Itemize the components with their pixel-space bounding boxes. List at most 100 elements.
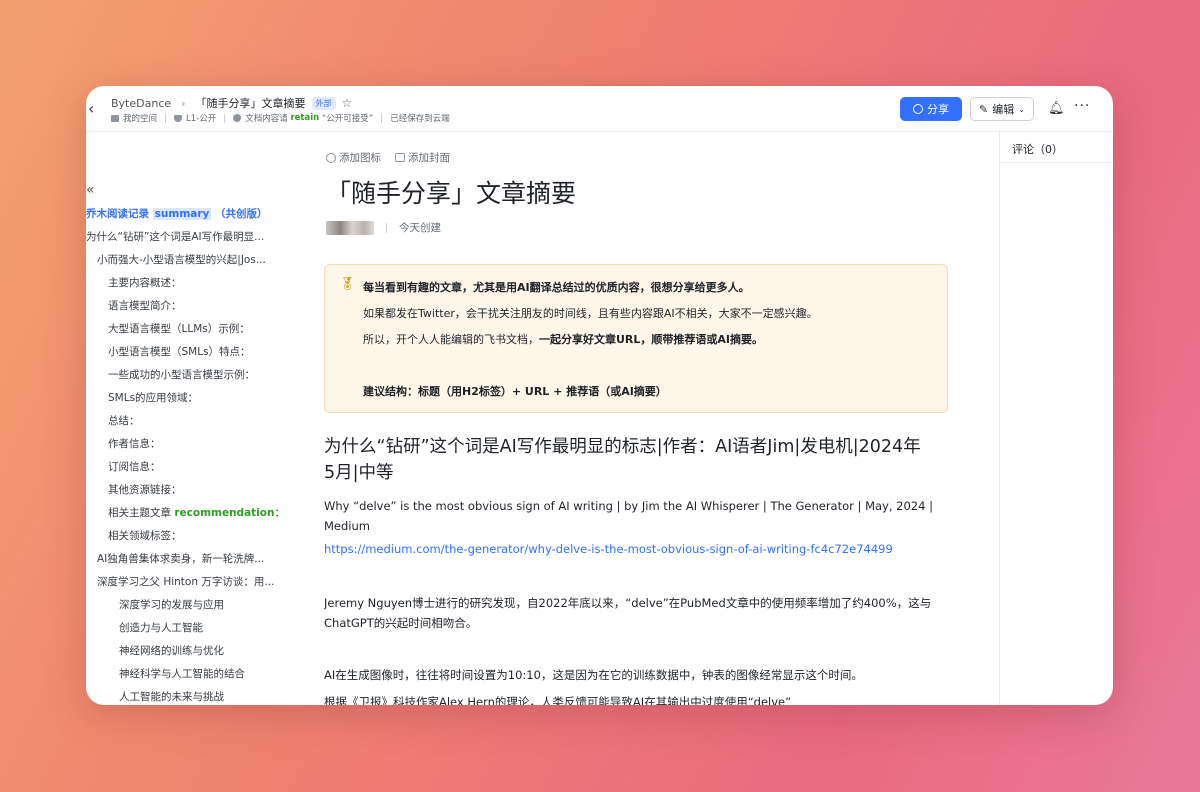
content-policy-retain: retain <box>290 113 320 123</box>
space-info[interactable]: 我的空间 <box>111 112 157 124</box>
toc-item[interactable]: 主要内容概述： <box>86 275 286 298</box>
back-icon[interactable]: ‹ <box>88 100 102 118</box>
toc-item-suffix: ： <box>274 507 285 519</box>
folder-icon <box>111 114 119 122</box>
created-time: 今天创建 <box>399 222 441 234</box>
toc-item[interactable]: 小而强大-小型语言模型的兴起|Jos... <box>86 252 286 275</box>
article-heading[interactable]: 为什么“钻研”这个词是AI写作最明显的标志|作者：AI语者Jim|发电机|202… <box>324 434 924 486</box>
toc-item-label: AI独角兽集体求卖身，新一轮洗牌... <box>97 553 265 565</box>
toc-item-label: 深度学习的发展与应用 <box>119 599 224 611</box>
callout-block[interactable]: 🏅︎ 每当看到有趣的文章，尤其是用AI翻译总结过的优质内容，很想分享给更多人。 … <box>324 264 948 413</box>
toc-item[interactable]: 语言模型简介： <box>86 298 286 321</box>
content-policy-prefix: 文档内容请 <box>245 114 288 124</box>
comments-title[interactable]: 评论（0） <box>1000 132 1113 163</box>
toc-item-label: SMLs的应用领域： <box>108 392 199 404</box>
toc-item-label: 乔木阅读记录 <box>86 208 153 220</box>
doc-body: 添加图标 添加封面 「随手分享」文章摘要 今天创建 🏅︎ 每当看到有趣的文章，尤… <box>324 132 964 705</box>
doc-meta: 我的空间 L1-公开 文档内容请 retain “公开可接受” 已经保存到云端 <box>111 112 450 124</box>
toc-item[interactable]: 其他资源链接： <box>86 482 286 505</box>
toc-item[interactable]: 深度学习的发展与应用 <box>86 597 286 620</box>
meta-divider <box>386 222 387 233</box>
toc-item-label: 大型语言模型（LLMs）示例： <box>108 323 250 335</box>
breadcrumb-root[interactable]: ByteDance <box>111 97 171 110</box>
toc-item[interactable]: 神经网络的训练与优化 <box>86 643 286 666</box>
add-cover-label: 添加封面 <box>408 152 450 164</box>
toc-item[interactable]: 神经科学与人工智能的结合 <box>86 666 286 689</box>
breadcrumb: ByteDance › 「随手分享」文章摘要 外部 ☆ <box>111 95 352 111</box>
toc-item[interactable]: AI独角兽集体求卖身，新一轮洗牌... <box>86 551 286 574</box>
callout-line: 如果都发在Twitter，会干扰关注朋友的时间线，且有些内容跟AI不相关，大家不… <box>363 307 818 320</box>
toc-item[interactable]: 深度学习之父 Hinton 万字访谈：用... <box>86 574 286 597</box>
toc-item[interactable]: 相关主题文章 recommendation： <box>86 505 286 528</box>
share-label: 分享 <box>927 103 949 116</box>
image-icon <box>395 153 405 162</box>
star-icon[interactable]: ☆ <box>342 96 353 110</box>
add-icon-label: 添加图标 <box>339 152 381 164</box>
page-title[interactable]: 「随手分享」文章摘要 <box>326 174 576 210</box>
toc-item-label: 小型语言模型（SMLs）特点： <box>108 346 251 358</box>
toc-item[interactable]: 大型语言模型（LLMs）示例： <box>86 321 286 344</box>
add-cover-button[interactable]: 添加封面 <box>395 150 450 165</box>
toc-item[interactable]: 乔木阅读记录 summary （共创版） <box>86 206 286 229</box>
toc-item[interactable]: 总结： <box>86 413 286 436</box>
toc-list: 乔木阅读记录 summary （共创版） 为什么“钻研”这个词是AI写作最明显..… <box>86 206 286 705</box>
desktop-background: { "header": { "breadcrumb_root": "ByteDa… <box>0 0 1200 792</box>
toc-item[interactable]: 创造力与人工智能 <box>86 620 286 643</box>
permission-info[interactable]: L1-公开 <box>174 112 216 124</box>
callout-line: 所以，开个人人能编辑的飞书文档，一起分享好文章URL，顺带推荐语或AI摘要。 <box>363 331 763 347</box>
add-icon-button[interactable]: 添加图标 <box>326 150 381 165</box>
toc-item-label: 订阅信息： <box>108 461 161 473</box>
collapse-sidebar-icon[interactable]: « <box>86 182 95 198</box>
chevron-down-icon: ⌄ <box>1018 104 1025 114</box>
toc-item[interactable]: 为什么“钻研”这个词是AI写作最明显... <box>86 229 286 252</box>
share-button[interactable]: 分享 <box>900 97 962 121</box>
article-link[interactable]: https://medium.com/the-generator/why-del… <box>324 542 893 556</box>
paragraph: 根据《卫报》科技作家Alex Hern的理论，人类反馈可能导致AI在其输出中过度… <box>324 695 792 705</box>
meta-divider <box>165 113 167 123</box>
toc-item-label: 神经网络的训练与优化 <box>119 645 224 657</box>
pencil-icon: ✎ <box>979 102 989 116</box>
toc-item-label: 小而强大-小型语言模型的兴起|Jos... <box>97 254 266 266</box>
toc-item-label: 其他资源链接： <box>108 484 182 496</box>
smiley-icon <box>326 152 336 163</box>
more-icon[interactable]: ··· <box>1074 98 1090 114</box>
article-subtitle: Why “delve” is the most obvious sign of … <box>324 499 933 533</box>
toc-item-label: 相关领域标签： <box>108 530 182 542</box>
toc-item-label: 作者信息： <box>108 438 161 450</box>
toc-item[interactable]: SMLs的应用领域： <box>86 390 286 413</box>
toc-item-label: 相关主题文章 <box>108 507 175 519</box>
callout-bold-text: 一起分享好文章URL，顺带推荐语或AI摘要。 <box>539 333 764 346</box>
avatar[interactable] <box>326 220 374 235</box>
space-label: 我的空间 <box>123 114 158 124</box>
toc-item[interactable]: 一些成功的小型语言模型示例： <box>86 367 286 390</box>
doc-header: ‹ ByteDance › 「随手分享」文章摘要 外部 ☆ 我的空间 L1-公开… <box>86 86 1113 132</box>
breadcrumb-doc-title[interactable]: 「随手分享」文章摘要 <box>196 95 306 111</box>
toc-sidebar: « 乔木阅读记录 summary （共创版） 为什么“钻研”这个词是AI写作最明显… <box>86 132 286 705</box>
bell-icon[interactable]: 🔔︎ <box>1048 101 1065 116</box>
toc-item-label: 神经科学与人工智能的结合 <box>119 668 245 680</box>
creator-info: 今天创建 <box>326 220 441 235</box>
globe-icon <box>913 104 923 114</box>
toc-item[interactable]: 小型语言模型（SMLs）特点： <box>86 344 286 367</box>
toc-item[interactable]: 人工智能的未来与挑战 <box>86 689 286 705</box>
content-policy: 文档内容请 retain “公开可接受” <box>233 112 373 124</box>
save-status: 已经保存到云端 <box>390 114 450 124</box>
callout-text: 所以，开个人人能编辑的飞书文档， <box>363 333 539 346</box>
toc-item-label: 总结： <box>108 415 140 427</box>
toc-item[interactable]: 相关领域标签： <box>86 528 286 551</box>
info-icon <box>233 114 242 122</box>
breadcrumb-separator: › <box>181 96 186 110</box>
toc-item-suffix: （共创版） <box>211 208 268 220</box>
toc-item[interactable]: 订阅信息： <box>86 459 286 482</box>
meta-divider <box>381 113 383 123</box>
toc-item-highlight: recommendation <box>174 507 275 519</box>
callout-line: 建议结构：标题（用H2标签）+ URL + 推荐语（或AI摘要） <box>363 385 667 398</box>
toc-item[interactable]: 作者信息： <box>86 436 286 459</box>
toc-item-label: 人工智能的未来与挑战 <box>119 691 224 703</box>
edit-mode-button[interactable]: ✎ 编辑 ⌄ <box>970 97 1034 121</box>
paragraph: Jeremy Nguyen博士进行的研究发现，自2022年底以来，“delve”… <box>324 596 932 630</box>
toc-item-label: 语言模型简介： <box>108 300 182 312</box>
toc-item-highlight: summary <box>152 208 212 220</box>
toc-item-label: 为什么“钻研”这个词是AI写作最明显... <box>86 231 265 243</box>
toc-item-label: 创造力与人工智能 <box>119 622 203 634</box>
